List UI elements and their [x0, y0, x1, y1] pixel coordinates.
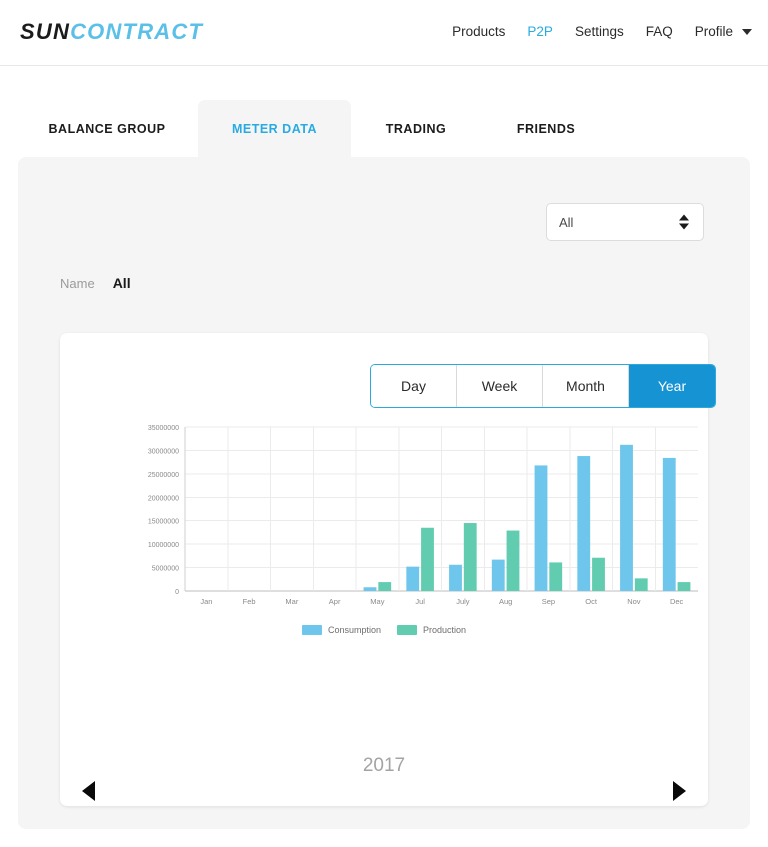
chart-xtick-label: July [456, 597, 470, 606]
chart-xtick-label: Sep [542, 597, 555, 606]
chart-bar-consumption[interactable] [577, 456, 591, 591]
range-button-week[interactable]: Week [457, 365, 543, 407]
chart-bar-consumption[interactable] [662, 457, 676, 591]
range-button-day[interactable]: Day [371, 365, 457, 407]
nav-item-p2p[interactable]: P2P [527, 24, 553, 39]
chart-bar-production[interactable] [634, 578, 648, 591]
chart-xtick-label: Jul [415, 597, 425, 606]
chart-year-label: 2017 [362, 755, 406, 776]
chart-bar-production[interactable] [592, 557, 605, 591]
meter-filter-select[interactable]: All [546, 203, 704, 241]
nav-item-profile[interactable]: Profile [695, 24, 752, 39]
chart-bar-production[interactable] [549, 562, 563, 591]
chart-ytick-label: 20000000 [148, 495, 179, 502]
name-label: Name [60, 276, 95, 291]
chart-bar-consumption[interactable] [491, 559, 505, 591]
chart-ytick-label: 5000000 [152, 566, 179, 573]
name-row: Name All [60, 275, 131, 291]
meter-data-panel: All Name All Day Week Month Year 0 500000… [18, 157, 750, 829]
chart-bar-production[interactable] [463, 523, 477, 591]
nav-item-products[interactable]: Products [452, 24, 505, 39]
chart-xtick-label: May [370, 597, 384, 606]
stepper-updown-icon [679, 214, 689, 230]
next-year-arrow-icon[interactable] [673, 781, 686, 801]
nav-item-profile-label: Profile [694, 24, 733, 39]
chevron-down-icon [742, 28, 752, 35]
meter-filter-wrap: All [546, 203, 704, 241]
chart-xtick-label: Jan [200, 597, 212, 606]
site-header: SUNCONTRACT Products P2P Settings FAQ Pr… [0, 0, 768, 66]
nav-item-faq[interactable]: FAQ [646, 24, 673, 39]
chart-xtick-label: Apr [329, 597, 341, 606]
chart-ytick-label: 10000000 [148, 542, 179, 549]
chart-ytick-label: 25000000 [148, 472, 179, 479]
tab-meter-data[interactable]: METER DATA [198, 100, 351, 157]
main-navigation: Products P2P Settings FAQ Profile [452, 24, 752, 39]
chart-bar-production[interactable] [378, 582, 392, 591]
chart-xtick-label: Aug [499, 597, 512, 606]
previous-year-arrow-icon[interactable] [82, 781, 95, 801]
tab-balance-group[interactable]: BALANCE GROUP [26, 100, 188, 157]
chart-ytick-label: 15000000 [148, 519, 179, 526]
meter-filter-selected-value: All [559, 214, 574, 230]
brand-logo[interactable]: SUNCONTRACT [20, 19, 203, 45]
chart-ytick-label: 0 [175, 589, 179, 596]
section-tabs: BALANCE GROUP METER DATA TRADING FRIENDS [0, 100, 768, 157]
range-button-year[interactable]: Year [629, 365, 715, 407]
chart-legend: Consumption Production [60, 625, 708, 635]
chart-bar-consumption[interactable] [534, 465, 548, 591]
nav-item-settings[interactable]: Settings [575, 24, 624, 39]
chart-bar-consumption[interactable] [620, 444, 633, 591]
chart-xtick-label: Nov [627, 597, 641, 606]
chart-xtick-label: Oct [585, 597, 598, 606]
chart-bar-consumption[interactable] [363, 587, 377, 591]
chart-xtick-label: Dec [670, 597, 684, 606]
chart-ytick-label: 30000000 [148, 448, 179, 455]
legend-item-consumption: Consumption [301, 625, 381, 635]
chart-ytick-label: 35000000 [148, 425, 179, 432]
chart-bar-production[interactable] [421, 527, 434, 591]
bar-chart-svg: 0 5000000 10000000 15000000 20000000 25000000… [148, 425, 698, 606]
legend-item-production: Production [397, 625, 466, 635]
legend-swatch-production [397, 625, 417, 635]
chart-xtick-label: Mar [285, 597, 298, 606]
chart-bar-production[interactable] [677, 582, 691, 591]
meter-bar-chart: 0 5000000 10000000 15000000 20000000 25000000… [60, 421, 708, 741]
logo-text-contract: CONTRACT [70, 19, 204, 44]
range-button-month[interactable]: Month [543, 365, 629, 407]
chart-bar-production[interactable] [506, 530, 520, 591]
chart-bar-consumption[interactable] [406, 566, 420, 591]
chart-card: Day Week Month Year 0 5000000 10000000 1500… [60, 333, 716, 806]
chart-bar-consumption[interactable] [449, 564, 462, 591]
legend-label-consumption: Consumption [327, 625, 381, 635]
legend-swatch-consumption [301, 625, 322, 635]
range-toggle-group: Day Week Month Year [370, 364, 716, 408]
name-value: All [112, 275, 131, 291]
tab-trading[interactable]: TRADING [360, 100, 472, 157]
legend-label-production: Production [423, 625, 467, 635]
logo-text-sun: SUN [20, 19, 71, 44]
chart-xtick-label: Feb [243, 597, 256, 606]
tab-friends[interactable]: FRIENDS [492, 100, 600, 157]
